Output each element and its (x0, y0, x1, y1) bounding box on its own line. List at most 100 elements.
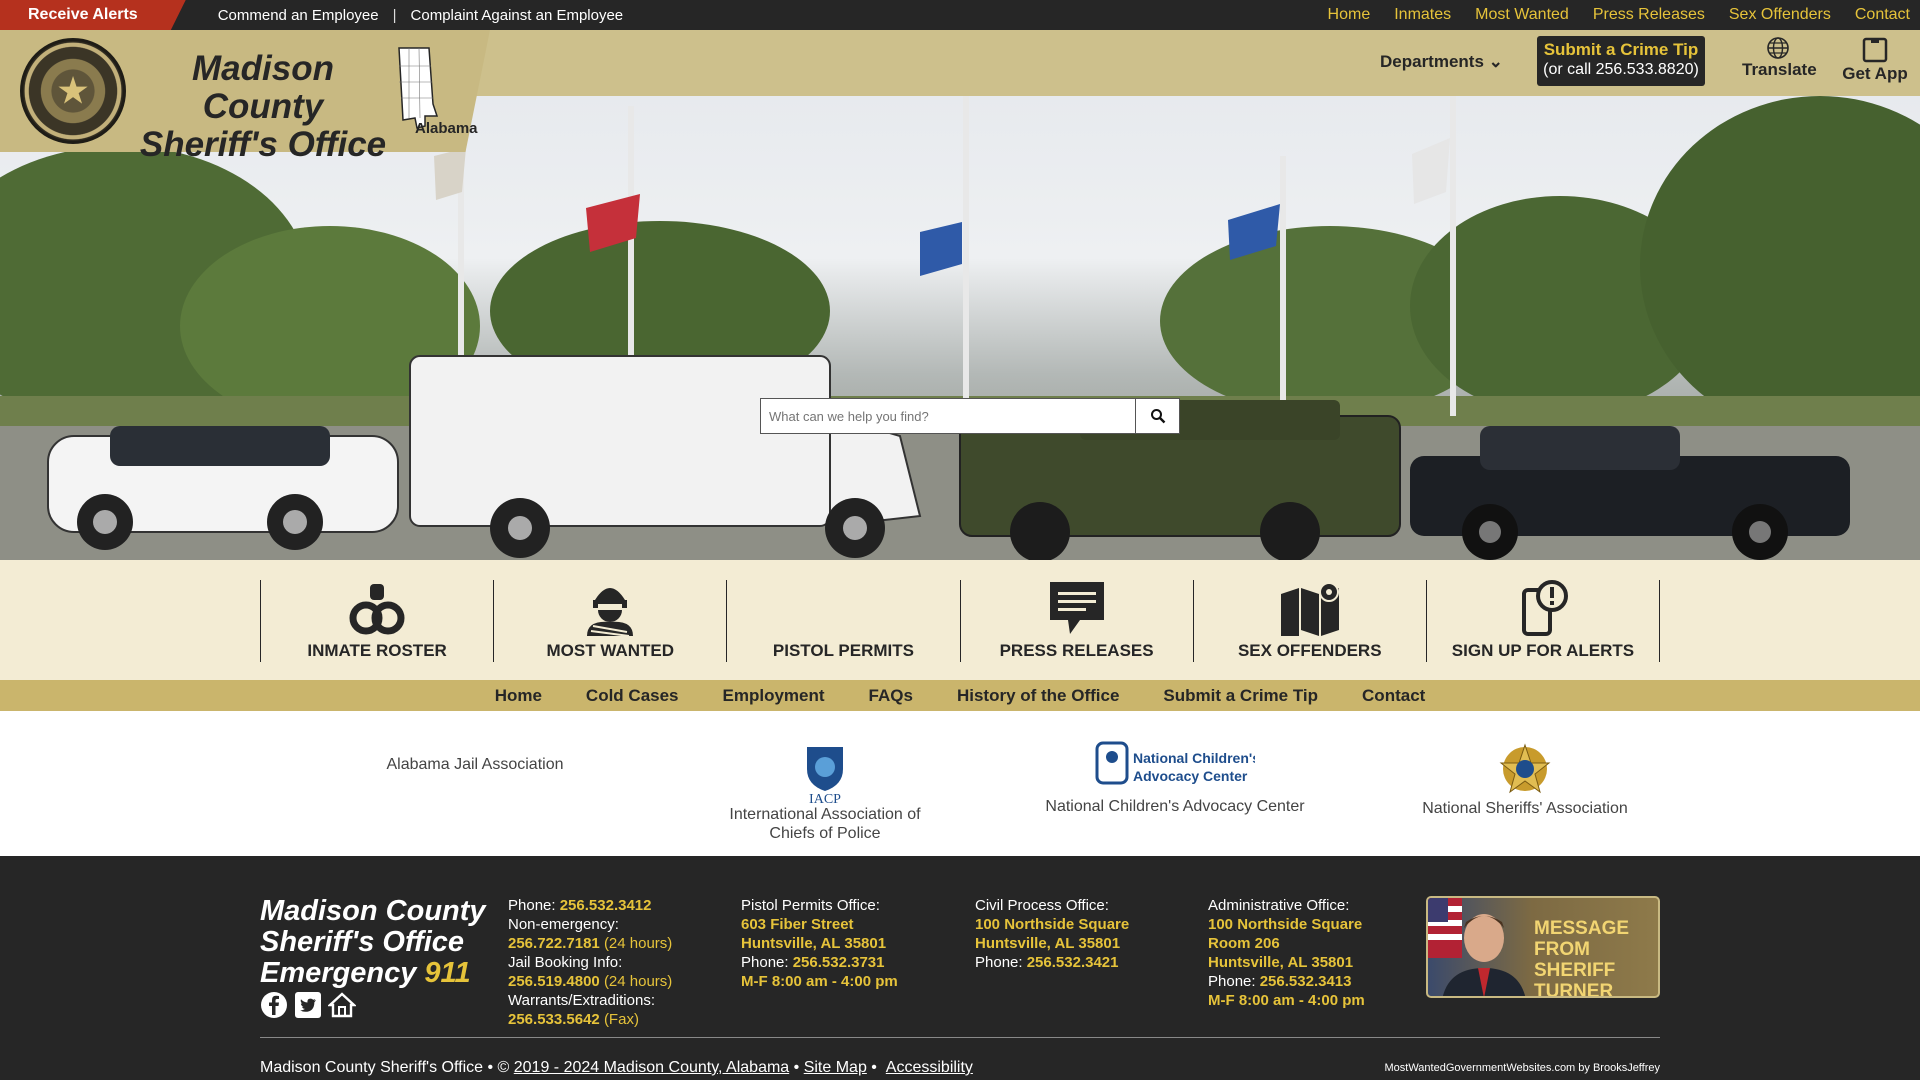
handcuffs-icon (349, 584, 405, 635)
crime-tip-title: Submit a Crime Tip (1543, 40, 1699, 59)
subnav-employment[interactable]: Employment (723, 686, 825, 706)
accessibility-link[interactable]: Accessibility (886, 1059, 973, 1076)
quick-link-press-releases[interactable]: PRESS RELEASES (961, 580, 1194, 662)
office-address-line2[interactable]: Huntsville, AL 35801 (741, 934, 898, 953)
office-address-line1[interactable]: 100 Northside Square (975, 915, 1129, 934)
phone-label: Phone: (1208, 973, 1256, 990)
sheriff-message-line2: SHERIFF TURNER (1534, 960, 1616, 998)
search-button[interactable] (1135, 399, 1179, 433)
nonemergency-phone[interactable]: 256.722.7181 (508, 935, 600, 952)
link-separator: | (392, 6, 397, 24)
home-icon[interactable] (328, 991, 356, 1019)
subnav-history[interactable]: History of the Office (957, 686, 1119, 706)
top-nav-most-wanted[interactable]: Most Wanted (1475, 6, 1569, 24)
quick-link-label: SIGN UP FOR ALERTS (1451, 641, 1635, 660)
quick-link-label: PRESS RELEASES (999, 641, 1154, 660)
jail-booking-phone[interactable]: 256.519.4800 (508, 973, 600, 990)
social-links (260, 991, 356, 1019)
phone-label: Phone: (741, 954, 789, 971)
sheriff-message-line1: MESSAGE FROM (1534, 918, 1630, 960)
sheriff-message-banner[interactable]: MESSAGE FROM SHERIFF TURNER (1426, 896, 1660, 998)
subnav-contact[interactable]: Contact (1362, 686, 1425, 706)
chevron-down-icon: ⌄ (1488, 52, 1503, 71)
warrants-label: Warrants/Extraditions: (508, 992, 655, 1009)
footer-brand-line1: Madison County (260, 895, 486, 927)
subnav-home[interactable]: Home (495, 686, 542, 706)
warrants-fax[interactable]: 256.533.5642 (508, 1011, 600, 1028)
quick-link-label: INMATE ROSTER (307, 641, 447, 660)
subnav-faqs[interactable]: FAQs (869, 686, 913, 706)
quick-link-label: PISTOL PERMITS (772, 641, 914, 660)
office-address-line2[interactable]: Room 206 (1208, 934, 1365, 953)
twitter-icon[interactable] (294, 991, 322, 1019)
top-left-links: Commend an Employee | Complaint Against … (218, 7, 623, 24)
quick-link-pistol-permits[interactable]: PISTOL PERMITS (727, 580, 961, 662)
office-phone[interactable]: 256.532.3731 (793, 954, 885, 971)
footer-contact-main: Phone: 256.532.3412 Non-emergency: 256.7… (508, 896, 672, 1029)
submit-crime-tip-button[interactable]: Submit a Crime Tip (or call 256.533.8820… (1537, 36, 1705, 86)
partner-national-childrens-advocacy-center[interactable]: National Children's Advocacy Center Nati… (1040, 741, 1310, 816)
translate-button[interactable]: Translate (1742, 36, 1817, 80)
phone-alert-icon (1521, 580, 1568, 636)
alabama-map-icon (398, 47, 439, 129)
jail-booking-note: (24 hours) (603, 973, 673, 990)
top-nav-contact[interactable]: Contact (1855, 6, 1910, 24)
site-map-link[interactable]: Site Map (804, 1059, 867, 1076)
office-phone[interactable]: 256.532.3421 (1027, 954, 1119, 971)
bandit-icon (587, 588, 634, 636)
office-title: Civil Process Office: (975, 897, 1109, 914)
vendor-credit[interactable]: MostWantedGovernmentWebsites.com by Broo… (1384, 1062, 1660, 1074)
search-input[interactable] (761, 399, 1135, 433)
get-app-button[interactable]: Get App (1840, 36, 1910, 84)
departments-menu[interactable]: Departments ⌄ (1380, 52, 1503, 72)
ncac-logo-line1: National Children's (1133, 750, 1255, 766)
subnav-submit-crime-tip[interactable]: Submit a Crime Tip (1163, 686, 1318, 706)
footer-civil-process-office: Civil Process Office: 100 Northside Squa… (975, 896, 1129, 972)
quick-link-most-wanted[interactable]: MOST WANTED (494, 580, 728, 662)
top-nav-press-releases[interactable]: Press Releases (1593, 6, 1705, 24)
quick-link-sign-up-alerts[interactable]: SIGN UP FOR ALERTS (1427, 580, 1661, 662)
map-pin-icon (1280, 582, 1339, 636)
nsa-logo (1499, 743, 1551, 794)
top-nav-sex-offenders[interactable]: Sex Offenders (1729, 6, 1831, 24)
office-address-line1[interactable]: 100 Northside Square (1208, 915, 1365, 934)
sheriff-portrait (1428, 898, 1525, 996)
crime-tip-phone: (or call 256.533.8820) (1543, 61, 1699, 78)
facebook-icon[interactable] (260, 991, 288, 1019)
sheriff-seal-logo[interactable]: ★ (20, 38, 126, 144)
top-nav-inmates[interactable]: Inmates (1394, 6, 1451, 24)
copyright-text: Madison County Sheriff's Office • © (260, 1059, 510, 1076)
footer-pistol-permits-office: Pistol Permits Office: 603 Fiber Street … (741, 896, 898, 991)
quick-link-inmate-roster[interactable]: INMATE ROSTER (261, 580, 495, 662)
quick-link-label: MOST WANTED (546, 641, 675, 660)
hero-image (0, 96, 1920, 560)
search-icon (1150, 409, 1165, 424)
top-nav: Home Inmates Most Wanted Press Releases … (1328, 0, 1910, 30)
partner-alabama-jail-association[interactable]: Alabama Jail Association (360, 755, 590, 774)
partner-national-sheriffs-association[interactable]: National Sheriffs' Association (1400, 741, 1650, 818)
office-address-line3[interactable]: Huntsville, AL 35801 (1208, 953, 1365, 972)
office-address-line1[interactable]: 603 Fiber Street (741, 915, 898, 934)
chat-bubble-icon (1049, 582, 1104, 634)
site-title[interactable]: Madison County Sheriff's Office (133, 50, 393, 164)
top-nav-home[interactable]: Home (1328, 6, 1371, 24)
partner-name: National Children's Advocacy Center (1045, 798, 1305, 815)
partner-iacp[interactable]: IACP International Association of Chiefs… (715, 745, 935, 843)
subnav-cold-cases[interactable]: Cold Cases (586, 686, 679, 706)
phone-label: Phone: (508, 897, 556, 914)
iacp-logo: IACP (807, 747, 843, 805)
complaint-employee-link[interactable]: Complaint Against an Employee (411, 7, 624, 24)
partner-name: Chiefs of Police (769, 825, 881, 842)
office-address-line2[interactable]: Huntsville, AL 35801 (975, 934, 1129, 953)
sheriff-message-text: MESSAGE FROM SHERIFF TURNER (1534, 918, 1658, 998)
footer-emergency-number: 911 (424, 957, 471, 989)
office-phone[interactable]: 256.532.3413 (1260, 973, 1352, 990)
copyright-link[interactable]: 2019 - 2024 Madison County, Alabama (514, 1059, 789, 1076)
commend-employee-link[interactable]: Commend an Employee (218, 7, 379, 24)
main-phone[interactable]: 256.532.3412 (560, 897, 652, 914)
receive-alerts-button[interactable]: Receive Alerts (0, 0, 186, 30)
footer-emergency-label: Emergency (260, 957, 417, 989)
quick-link-sex-offenders[interactable]: SEX OFFENDERS (1194, 580, 1427, 662)
partner-name: International Association of (729, 806, 921, 823)
footer-divider (260, 1037, 1660, 1038)
